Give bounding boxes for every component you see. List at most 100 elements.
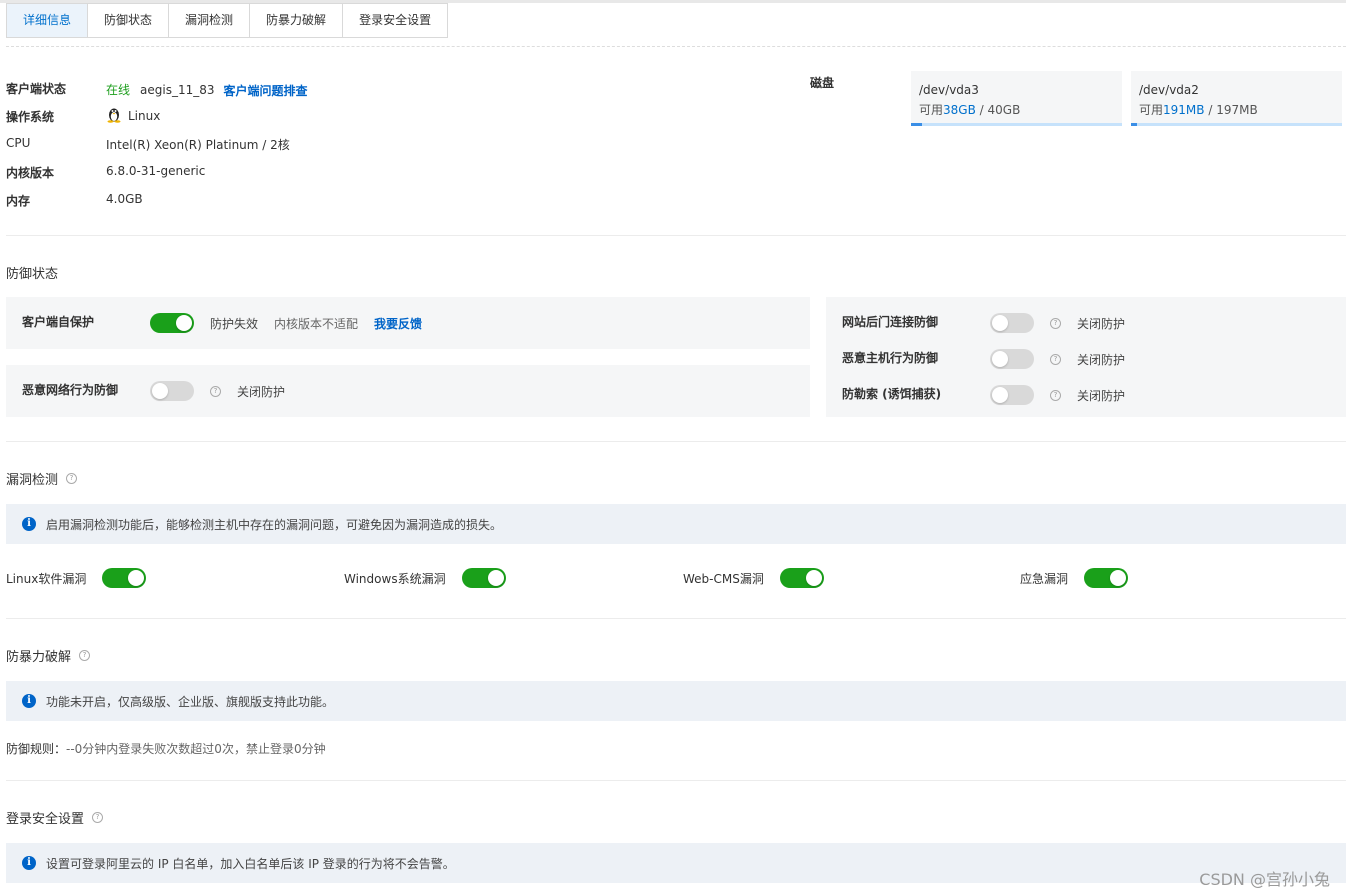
defense-rule: 防御规则： --0分钟内登录失败次数超过0次，禁止登录0分钟 xyxy=(6,740,326,757)
kernel-label: 内核版本 xyxy=(6,166,55,180)
disk-label: 磁盘 xyxy=(810,76,835,90)
client-status-value: 在线 aegis_11_83 客户端问题排查 xyxy=(106,80,308,99)
troubleshoot-link[interactable]: 客户端问题排查 xyxy=(224,82,308,99)
ransomware-toggle[interactable] xyxy=(990,385,1034,405)
disk-usage-fill xyxy=(1131,123,1138,126)
watermark: CSDN @宫孙小兔 xyxy=(1199,870,1330,889)
help-icon[interactable]: ? xyxy=(1050,389,1061,401)
malicious-network-toggle[interactable] xyxy=(150,381,194,401)
vuln-item-label: 应急漏洞 xyxy=(1020,571,1069,586)
malicious-network-row: 恶意网络行为防御 xyxy=(22,381,118,398)
ransomware-label: 防勒索 (诱饵捕获) xyxy=(842,387,942,401)
malicious-host-row: 恶意主机行为防御 xyxy=(842,349,938,366)
malicious-network-status: 关闭防护 xyxy=(237,384,286,399)
malicious-host-status: 关闭防护 xyxy=(1077,352,1126,367)
login-title-text: 登录安全设置 xyxy=(6,812,85,827)
client-id: aegis_11_83 xyxy=(140,82,215,97)
toggle-knob xyxy=(152,383,168,399)
info-icon: i xyxy=(22,517,36,531)
self-protect-toggle[interactable] xyxy=(150,313,194,333)
tab-vuln-detection[interactable]: 漏洞检测 xyxy=(168,3,251,38)
webshell-toggle[interactable] xyxy=(990,313,1034,333)
info-icon: i xyxy=(22,694,36,708)
ransomware-controls: ? 关闭防护 xyxy=(990,385,1125,405)
emergency-vuln-toggle[interactable] xyxy=(1084,568,1129,588)
self-protect-label: 客户端自保护 xyxy=(22,315,95,329)
windows-vuln-toggle[interactable] xyxy=(461,568,506,588)
vuln-item: Linux软件漏洞 xyxy=(6,568,147,588)
login-notice: i 设置可登录阿里云的 IP 白名单，加入白名单后该 IP 登录的行为将不会告警… xyxy=(6,843,1346,883)
disk-usage: 可用38GB / 40GB xyxy=(919,103,1021,117)
vuln-item-label: Web-CMS漏洞 xyxy=(683,571,764,586)
vuln-item: Web-CMS漏洞 xyxy=(683,568,824,588)
malicious-host-toggle[interactable] xyxy=(990,349,1034,369)
info-icon: i xyxy=(22,856,36,870)
vuln-notice: i 启用漏洞检测功能后，能够检测主机中存在的漏洞问题，可避免因为漏洞造成的损失。 xyxy=(6,504,1346,544)
feedback-link[interactable]: 我要反馈 xyxy=(374,315,422,332)
self-protect-row: 客户端自保护 xyxy=(22,313,94,330)
tab-login-security[interactable]: 登录安全设置 xyxy=(342,3,449,38)
vuln-item-label: Linux软件漏洞 xyxy=(6,571,87,586)
brute-title-text: 防暴力破解 xyxy=(6,650,72,665)
divider xyxy=(6,780,1346,781)
disk-card: /dev/vda2 可用191MB / 197MB xyxy=(1131,71,1342,126)
cpu-label: CPU xyxy=(6,136,31,150)
help-icon[interactable]: ? xyxy=(1050,353,1061,365)
webshell-row: 网站后门连接防御 xyxy=(842,313,938,330)
vuln-item: Windows系统漏洞 xyxy=(344,568,506,588)
vuln-item-label: Windows系统漏洞 xyxy=(344,571,446,586)
rule-label: 防御规则： xyxy=(6,742,67,756)
vuln-item: 应急漏洞 xyxy=(1020,568,1129,588)
vuln-notice-text: 启用漏洞检测功能后，能够检测主机中存在的漏洞问题，可避免因为漏洞造成的损失。 xyxy=(46,517,503,532)
webshell-label: 网站后门连接防御 xyxy=(842,315,939,329)
divider xyxy=(6,618,1346,619)
login-notice-text: 设置可登录阿里云的 IP 白名单，加入白名单后该 IP 登录的行为将不会告警。 xyxy=(46,856,455,871)
divider xyxy=(6,441,1346,442)
malicious-host-label: 恶意主机行为防御 xyxy=(842,351,939,365)
toggle-knob xyxy=(487,570,504,586)
divider xyxy=(6,46,1346,47)
brute-notice-text: 功能未开启，仅高级版、企业版、旗舰版支持此功能。 xyxy=(46,694,335,709)
help-icon[interactable]: ? xyxy=(1050,317,1061,329)
brute-section-title: 防暴力破解 ? xyxy=(6,646,91,665)
vuln-title-text: 漏洞检测 xyxy=(6,473,59,488)
linux-vuln-toggle[interactable] xyxy=(102,568,147,588)
tab-details[interactable]: 详细信息 xyxy=(6,3,89,38)
login-section-title: 登录安全设置 ? xyxy=(6,808,104,827)
rule-value: --0分钟内登录失败次数超过0次，禁止登录0分钟 xyxy=(66,742,326,756)
toggle-knob xyxy=(1110,570,1127,586)
disk-name: /dev/vda3 xyxy=(919,83,979,97)
tab-brute-force[interactable]: 防暴力破解 xyxy=(249,3,344,38)
toggle-knob xyxy=(992,351,1008,367)
memory-value: 4.0GB xyxy=(106,192,143,206)
disk-usage-fill xyxy=(911,123,922,126)
malicious-network-controls: ? 关闭防护 xyxy=(150,381,285,401)
tab-defense-status[interactable]: 防御状态 xyxy=(87,3,170,38)
help-icon[interactable]: ? xyxy=(79,650,91,661)
cpu-value: Intel(R) Xeon(R) Platinum / 2核 xyxy=(106,138,290,152)
kernel-value: 6.8.0-31-generic xyxy=(106,164,206,178)
vuln-section-title: 漏洞检测 ? xyxy=(6,469,78,488)
toggle-knob xyxy=(128,570,145,586)
disk-name: /dev/vda2 xyxy=(1139,83,1199,97)
webshell-status: 关闭防护 xyxy=(1077,316,1126,331)
disk-usage: 可用191MB / 197MB xyxy=(1139,103,1258,117)
online-status: 在线 xyxy=(106,83,131,97)
toggle-knob xyxy=(176,315,192,331)
help-icon[interactable]: ? xyxy=(66,473,78,484)
malicious-network-panel xyxy=(6,365,810,417)
webcms-vuln-toggle[interactable] xyxy=(779,568,824,588)
self-protect-reason: 内核版本不适配 xyxy=(274,316,359,331)
webshell-controls: ? 关闭防护 xyxy=(990,313,1125,333)
disk-usage-bar xyxy=(911,123,1122,126)
self-protect-controls: 防护失效 内核版本不适配 我要反馈 xyxy=(150,313,422,333)
self-protect-status: 防护失效 xyxy=(210,316,259,331)
os-label: 操作系统 xyxy=(6,110,55,124)
client-status-label: 客户端状态 xyxy=(6,82,67,96)
os-name: Linux xyxy=(128,108,161,123)
help-icon[interactable]: ? xyxy=(210,385,221,397)
disk-card: /dev/vda3 可用38GB / 40GB xyxy=(911,71,1122,126)
help-icon[interactable]: ? xyxy=(92,812,104,823)
toggle-knob xyxy=(805,570,822,586)
malicious-host-controls: ? 关闭防护 xyxy=(990,349,1125,369)
